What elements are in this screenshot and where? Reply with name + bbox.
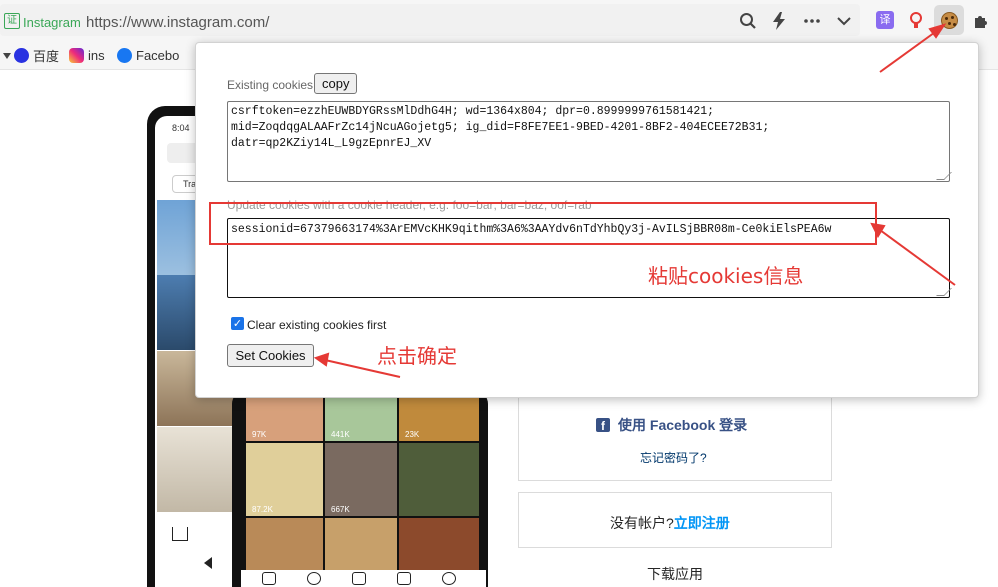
- address-bar: 证 Instagram https://www.instagram.com/ 译: [0, 0, 998, 40]
- bookmark-baidu[interactable]: 百度: [14, 47, 59, 64]
- translate-icon[interactable]: 译: [876, 11, 894, 29]
- instagram-icon: [69, 47, 84, 63]
- puzzle-icon[interactable]: [970, 10, 992, 32]
- search-icon[interactable]: [737, 10, 759, 32]
- facebook-icon: [117, 47, 132, 63]
- clear-cookies-label: Clear existing cookies first: [247, 318, 387, 332]
- existing-cookies-label: Existing cookies: [227, 78, 314, 92]
- home-icon: [262, 572, 276, 585]
- certificate-icon[interactable]: 证: [4, 13, 20, 29]
- annotation-highlight-box: [209, 202, 877, 245]
- lamp-icon[interactable]: [905, 10, 927, 32]
- set-cookies-button[interactable]: Set Cookies: [227, 344, 314, 367]
- cookie-editor-button[interactable]: [934, 5, 964, 35]
- search-icon: [307, 572, 321, 585]
- existing-cookies-textarea[interactable]: csrftoken=ezzhEUWBDYGRssMlDdhG4H; wd=136…: [227, 101, 950, 182]
- more-icon[interactable]: [801, 10, 823, 32]
- url-bar[interactable]: 证 Instagram https://www.instagram.com/: [0, 4, 860, 36]
- photo-sand: [325, 518, 397, 570]
- video-count: 97K: [252, 430, 267, 439]
- url-text[interactable]: https://www.instagram.com/: [86, 14, 269, 31]
- facebook-icon: f: [596, 418, 610, 433]
- video-count: 667K: [331, 505, 350, 514]
- facebook-login-link[interactable]: f 使用 Facebook 登录: [596, 415, 747, 435]
- signup-link[interactable]: 立即注册: [674, 515, 730, 531]
- shop-icon: [397, 572, 411, 585]
- signup-prompt: 没有帐户?立即注册: [610, 515, 730, 531]
- video-count: 23K: [405, 430, 420, 439]
- clear-cookies-checkbox[interactable]: ✓: [231, 317, 244, 330]
- photo-portrait: [399, 443, 479, 516]
- bookmark-facebook[interactable]: Facebo: [117, 47, 179, 63]
- reels-icon: [352, 572, 366, 585]
- forgot-password-link[interactable]: 忘记密码了?: [640, 449, 707, 466]
- copy-button[interactable]: copy: [314, 73, 358, 94]
- download-app-label: 下载应用: [647, 566, 703, 582]
- video-count: 441K: [331, 430, 350, 439]
- annotation-confirm-note: 点击确定: [377, 344, 457, 368]
- baidu-icon: [14, 47, 29, 63]
- video-count: 87.2K: [252, 505, 273, 514]
- annotation-paste-note: 粘贴cookies信息: [648, 264, 804, 288]
- phone-back-icon: [204, 557, 212, 569]
- login-card: [518, 396, 832, 481]
- photo-woman: [157, 427, 234, 512]
- chevron-down-icon[interactable]: [833, 10, 855, 32]
- phone-time: 8:04: [172, 123, 190, 133]
- photo-smile: [246, 518, 323, 570]
- photo-pattern: [399, 518, 479, 570]
- profile-icon: [442, 572, 456, 585]
- site-label: Instagram: [23, 15, 81, 30]
- lightning-icon[interactable]: [768, 10, 790, 32]
- phone-home-icon: [172, 527, 188, 541]
- cookie-icon: [941, 12, 958, 29]
- bookmark-ins[interactable]: ins: [69, 47, 105, 63]
